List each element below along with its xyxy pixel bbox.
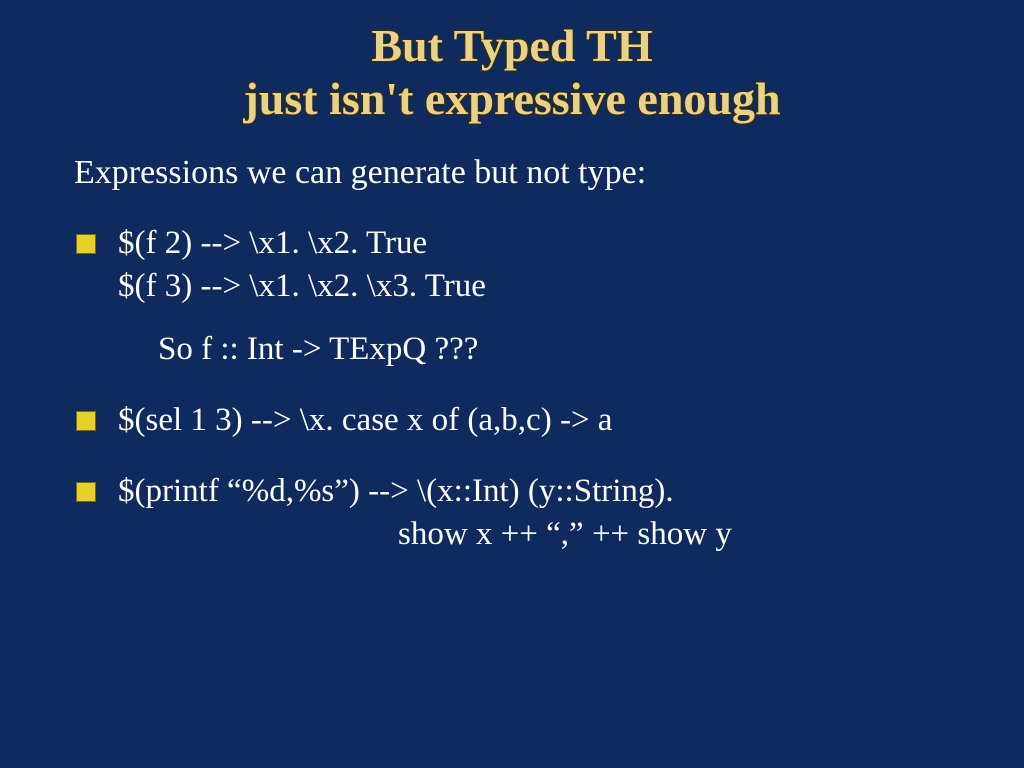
title-line-2: just isn't expressive enough [243,73,780,124]
bullet-text: $(f 2) --> \x1. \x2. True [118,225,427,261]
bullet-indent-text: So f :: Int -> TExpQ ??? [118,328,954,371]
slide-subtitle: Expressions we can generate but not type… [74,152,954,195]
bullet-text: $(printf “%d,%s”) --> \(x::Int) (y::Stri… [118,473,674,509]
bullet-text: $(sel 1 3) --> \x. case x of (a,b,c) -> … [118,402,612,438]
slide: But Typed TH just isn't expressive enoug… [0,0,1024,768]
list-item: $(sel 1 3) --> \x. case x of (a,b,c) -> … [70,399,954,442]
bullet-list: $(f 2) --> \x1. \x2. True $(f 3) --> \x1… [70,222,954,555]
list-item: $(printf “%d,%s”) --> \(x::Int) (y::Stri… [70,470,954,556]
title-line-1: But Typed TH [371,20,652,71]
slide-title: But Typed TH just isn't expressive enoug… [70,20,954,126]
list-item: $(f 2) --> \x1. \x2. True $(f 3) --> \x1… [70,222,954,371]
bullet-text: $(f 3) --> \x1. \x2. \x3. True [118,268,486,304]
bullet-continuation-text: show x ++ “,” ++ show y [118,513,954,556]
